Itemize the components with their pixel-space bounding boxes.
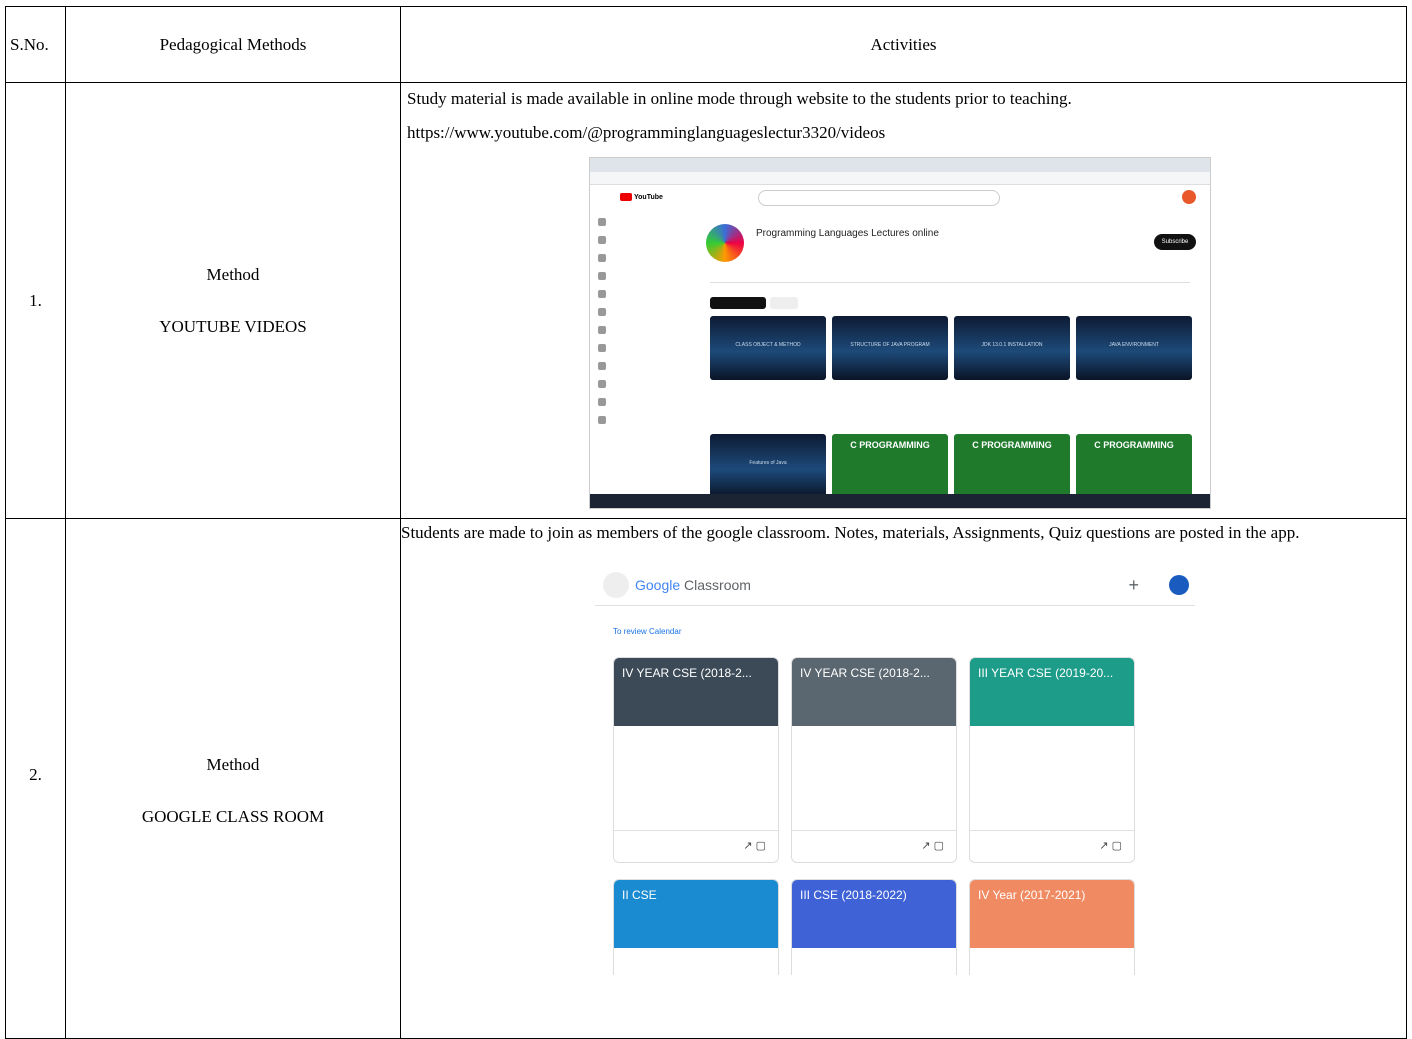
row-sno: 1. (5, 82, 66, 519)
sort-chips (710, 294, 802, 314)
browser-address-bar (590, 172, 1210, 185)
classroom-links: To review Calendar (613, 627, 682, 636)
youtube-link[interactable]: https://www.youtube.com/@programminglang… (401, 113, 1406, 147)
activity-cell: Study material is made available in onli… (400, 82, 1407, 519)
youtube-logo: YouTube (620, 193, 670, 203)
class-card-title: IV YEAR CSE (2018-2... (792, 658, 956, 726)
class-card-actions: ↗ ▢ (792, 830, 956, 862)
class-card-title: II CSE (614, 880, 778, 948)
channel-tabs (710, 268, 1190, 283)
sidebar-entry (598, 218, 678, 228)
windows-taskbar (590, 494, 1210, 508)
sidebar-entry (598, 416, 678, 426)
video-thumbnail: C PROGRAMMING (954, 434, 1070, 498)
youtube-avatar (1182, 190, 1196, 204)
add-icon: + (1128, 575, 1139, 595)
video-thumbnail: CLASS OBJECT & METHOD (710, 316, 826, 380)
account-avatar (1169, 575, 1189, 595)
class-card: IV Year (2017-2021) (969, 879, 1135, 975)
class-card: IV YEAR CSE (2018-2... ↗ ▢ (613, 657, 779, 863)
activity-description: Study material is made available in onli… (407, 89, 1072, 108)
youtube-topbar: YouTube (590, 185, 1210, 211)
method-label: Method (206, 264, 260, 284)
class-card-title: III YEAR CSE (2019-20... (970, 658, 1134, 726)
class-card: IV YEAR CSE (2018-2... ↗ ▢ (791, 657, 957, 863)
video-thumbnail: Features of Java (710, 434, 826, 498)
sidebar-entry (598, 344, 678, 354)
classroom-logo: Google Classroom (635, 577, 751, 593)
method-cell: Method YOUTUBE VIDEOS (65, 82, 401, 519)
pedagogical-methods-table: S.No. Pedagogical Methods Activities 1. … (5, 6, 1407, 1039)
class-card-title: III CSE (2018-2022) (792, 880, 956, 948)
video-thumbnail: JAVA ENVIRONMENT (1076, 316, 1192, 380)
classroom-screenshot: Google Classroom + To review Calendar IV… (595, 565, 1195, 975)
sidebar-entry (598, 308, 678, 318)
sidebar-entry (598, 272, 678, 282)
activity-cell: Students are made to join as members of … (400, 518, 1407, 1039)
sidebar-entry (598, 254, 678, 264)
classroom-topbar: Google Classroom + (595, 565, 1195, 606)
class-card-title: IV Year (2017-2021) (970, 880, 1134, 948)
header-methods: Pedagogical Methods (65, 6, 401, 83)
menu-icon (603, 572, 629, 598)
channel-name: Programming Languages Lectures online (756, 228, 939, 239)
method-cell: Method GOOGLE CLASS ROOM (65, 518, 401, 1039)
method-label: Method (206, 755, 260, 774)
class-card: II CSE (613, 879, 779, 975)
sidebar-entry (598, 362, 678, 372)
activity-description: Students are made to join as members of … (401, 523, 1300, 542)
class-card: III CSE (2018-2022) (791, 879, 957, 975)
method-name: YOUTUBE VIDEOS (159, 316, 307, 336)
class-card-title: IV YEAR CSE (2018-2... (614, 658, 778, 726)
youtube-screenshot: YouTube Programming Languages Lectures o… (589, 157, 1211, 509)
class-card-actions: ↗ ▢ (614, 830, 778, 862)
subscribe-button: Subscribe (1154, 234, 1196, 250)
sidebar-entry (598, 398, 678, 408)
youtube-play-icon (620, 193, 632, 201)
video-thumbnail: C PROGRAMMING (1076, 434, 1192, 498)
youtube-sidebar (598, 218, 678, 434)
method-name: GOOGLE CLASS ROOM (141, 807, 325, 826)
table-row: 1. Method YOUTUBE VIDEOS Study material … (5, 82, 1407, 519)
class-card: III YEAR CSE (2019-20... ↗ ▢ (969, 657, 1135, 863)
youtube-search-box (758, 190, 1000, 206)
sidebar-entry (598, 236, 678, 246)
sidebar-entry (598, 290, 678, 300)
table-row: 2. Method GOOGLE CLASS ROOM Students are… (5, 518, 1407, 1039)
browser-tab-bar (590, 158, 1210, 172)
video-thumbnail: STRUCTURE OF JAVA PROGRAM (832, 316, 948, 380)
sidebar-entry (598, 326, 678, 336)
sidebar-entry (598, 380, 678, 390)
video-thumbnail: C PROGRAMMING (832, 434, 948, 498)
row-sno: 2. (5, 518, 66, 1039)
header-sno: S.No. (5, 6, 66, 83)
video-thumbnail: JDK 13.0.1 INSTALLATION (954, 316, 1070, 380)
class-card-actions: ↗ ▢ (970, 830, 1134, 862)
header-row: S.No. Pedagogical Methods Activities (5, 6, 1407, 83)
channel-logo (706, 224, 744, 262)
header-activities: Activities (400, 6, 1407, 83)
